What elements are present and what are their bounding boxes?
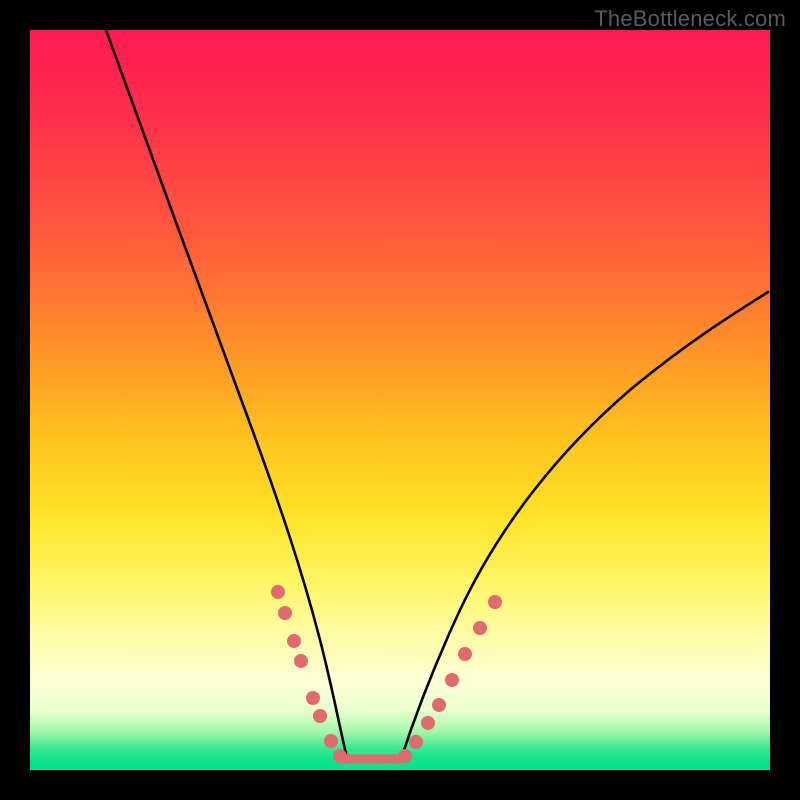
curve-layer — [30, 30, 770, 770]
watermark-text: TheBottleneck.com — [594, 6, 786, 32]
plot-area — [30, 30, 770, 770]
marker-dot — [445, 673, 459, 687]
marker-dot — [488, 595, 502, 609]
marker-dot — [432, 698, 446, 712]
marker-dot — [278, 606, 292, 620]
marker-dot — [398, 749, 412, 763]
marker-dot — [287, 634, 301, 648]
left-series-markers — [271, 585, 347, 763]
marker-dot — [294, 654, 308, 668]
marker-dot — [421, 716, 435, 730]
chart-canvas: TheBottleneck.com — [0, 0, 800, 800]
marker-dot — [473, 621, 487, 635]
marker-dot — [313, 709, 327, 723]
marker-dot — [458, 647, 472, 661]
marker-dot — [271, 585, 285, 599]
marker-dot — [324, 734, 338, 748]
marker-dot — [333, 749, 347, 763]
bottleneck-curve — [106, 30, 768, 762]
right-series-markers — [398, 595, 502, 763]
marker-dot — [306, 691, 320, 705]
marker-dot — [409, 735, 423, 749]
